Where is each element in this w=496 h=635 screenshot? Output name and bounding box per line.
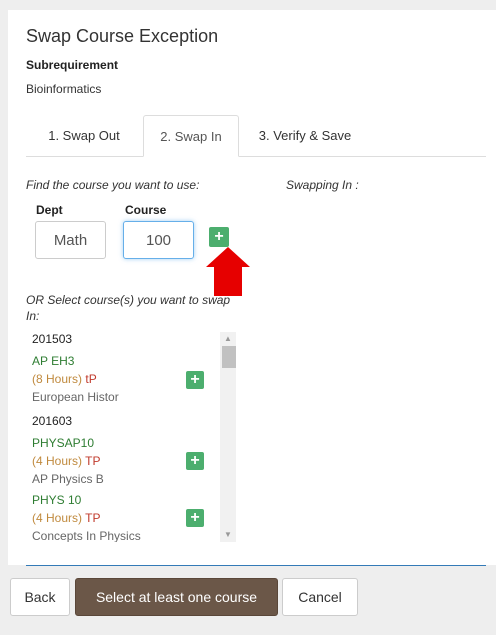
scroll-up-arrow-icon[interactable]: ▲ (220, 332, 236, 346)
plus-icon: + (190, 452, 200, 469)
tab-swap-in[interactable]: 2. Swap In (143, 115, 239, 157)
plus-icon: + (190, 509, 200, 526)
term-header: 201503 (32, 332, 73, 346)
swapping-in-label: Swapping In : (286, 178, 359, 192)
course-name: Concepts In Physics (32, 529, 141, 542)
dept-input[interactable] (35, 221, 106, 259)
dept-label: Dept (36, 203, 63, 217)
course-hours: (4 Hours) TP (32, 511, 101, 525)
scroll-down-arrow-icon[interactable]: ▼ (220, 528, 236, 542)
plus-icon: + (190, 371, 200, 388)
course-code: AP EH3 (32, 354, 75, 368)
plus-icon: + (214, 228, 224, 245)
footer-divider (26, 565, 486, 566)
course-code: PHYS 10 (32, 493, 82, 507)
dialog-title: Swap Course Exception (26, 26, 219, 46)
course-hours: (4 Hours) TP (32, 454, 101, 468)
course-input[interactable] (123, 221, 194, 259)
course-hours: (8 Hours) tP (32, 372, 97, 386)
course-grade: tP (85, 372, 97, 386)
swap-course-dialog: Swap Course Exception Subrequirement Bio… (8, 10, 496, 566)
cancel-button[interactable]: Cancel (282, 578, 358, 616)
add-course-row-button[interactable]: + (186, 509, 204, 527)
or-select-label: OR Select course(s) you want to swap In: (26, 293, 231, 323)
tab-swap-out[interactable]: 1. Swap Out (26, 115, 142, 157)
course-name: European Histor (32, 390, 119, 404)
course-list-scrollbar[interactable]: ▲ ▼ (220, 332, 236, 542)
red-arrow-pointer-icon (206, 247, 250, 296)
course-grade: TP (85, 454, 101, 468)
scroll-thumb[interactable] (222, 346, 236, 368)
select-course-button[interactable]: Select at least one course (75, 578, 278, 616)
find-course-label: Find the course you want to use: (26, 178, 200, 192)
course-name: AP Physics B (32, 472, 104, 486)
subrequirement-value: Bioinformatics (26, 82, 102, 96)
add-course-row-button[interactable]: + (186, 371, 204, 389)
wizard-tabs: 1. Swap Out 2. Swap In 3. Verify & Save (26, 115, 486, 157)
tab-verify-save[interactable]: 3. Verify & Save (242, 115, 368, 157)
course-list[interactable]: 201503 AP EH3 (8 Hours) tP European Hist… (28, 328, 238, 542)
course-label: Course (125, 203, 167, 217)
add-course-row-button[interactable]: + (186, 452, 204, 470)
back-button[interactable]: Back (10, 578, 70, 616)
course-grade: TP (85, 511, 101, 525)
add-course-button[interactable]: + (209, 227, 229, 247)
term-header: 201603 (32, 414, 73, 428)
subrequirement-label: Subrequirement (26, 58, 119, 72)
course-code: PHYSAP10 (32, 436, 95, 450)
